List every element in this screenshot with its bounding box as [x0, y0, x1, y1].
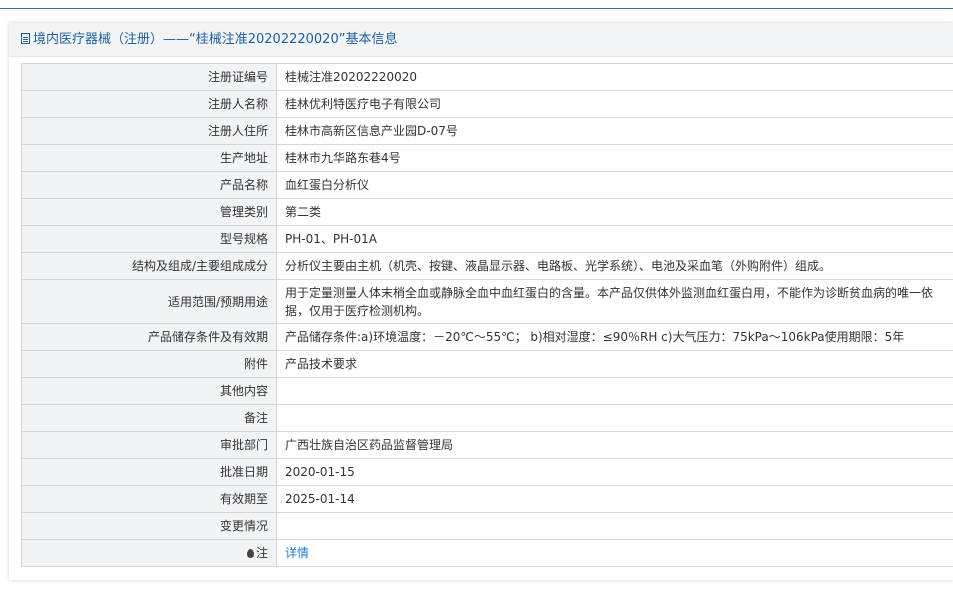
table-row: 管理类别 第二类: [21, 198, 953, 226]
row-label: 管理类别: [21, 198, 277, 226]
row-label: 其他内容: [21, 377, 277, 405]
row-value: 2020-01-15: [276, 458, 953, 486]
row-label: 结构及组成/主要组成成分: [21, 252, 277, 280]
row-value: 桂林市高新区信息产业园D-07号: [276, 117, 953, 145]
row-label: 生产地址: [21, 144, 277, 172]
info-table: 注册证编号 桂械注准20202220020 注册人名称 桂林优利特医疗电子有限公…: [21, 63, 953, 567]
row-label: 变更情况: [21, 512, 277, 540]
row-label: 产品名称: [21, 171, 277, 199]
table-row: 结构及组成/主要组成成分 分析仪主要由主机（机壳、按键、液晶显示器、电路板、光学…: [21, 252, 953, 280]
row-label: 批准日期: [21, 458, 277, 486]
row-value: 产品技术要求: [276, 350, 953, 378]
pin-icon: [246, 549, 254, 558]
panel-header: 境内医疗器械（注册）——“桂械注准20202220020”基本信息: [9, 23, 953, 57]
row-label: 审批部门: [21, 431, 277, 459]
row-value: 产品储存条件:a)环境温度：－20℃～55℃； b)相对湿度：≤90％RH c)…: [276, 323, 953, 351]
table-row: 生产地址 桂林市九华路东巷4号: [21, 144, 953, 172]
row-label: 型号规格: [21, 225, 277, 253]
row-value: 血红蛋白分析仪: [276, 171, 953, 199]
info-panel: 境内医疗器械（注册）——“桂械注准20202220020”基本信息 注册证编号 …: [9, 23, 953, 580]
panel-title: 境内医疗器械（注册）——“桂械注准20202220020”基本信息: [33, 32, 398, 47]
table-row: 批准日期 2020-01-15: [21, 458, 953, 486]
row-value: 桂械注准20202220020: [276, 63, 953, 91]
document-icon: [21, 33, 30, 44]
note-label-cell: 注: [21, 539, 277, 567]
note-value-cell: 详情: [276, 539, 953, 567]
row-value: 桂林优利特医疗电子有限公司: [276, 90, 953, 118]
row-value: [276, 377, 953, 405]
details-link[interactable]: 详情: [285, 546, 309, 560]
table-row: 有效期至 2025-01-14: [21, 485, 953, 513]
table-row: 注册人名称 桂林优利特医疗电子有限公司: [21, 90, 953, 118]
row-value: 2025-01-14: [276, 485, 953, 513]
row-value: 桂林市九华路东巷4号: [276, 144, 953, 172]
table-row: 型号规格 PH-01、PH-01A: [21, 225, 953, 253]
row-value: 广西壮族自治区药品监督管理局: [276, 431, 953, 459]
table-row: 注册人住所 桂林市高新区信息产业园D-07号: [21, 117, 953, 145]
row-label: 注册人住所: [21, 117, 277, 145]
note-row: 注 详情: [21, 539, 953, 567]
row-value: 分析仪主要由主机（机壳、按键、液晶显示器、电路板、光学系统）、电池及采血笔（外购…: [276, 252, 953, 280]
row-value: 用于定量测量人体末梢全血或静脉全血中血红蛋白的含量。本产品仅供体外监测血红蛋白用…: [276, 279, 953, 324]
table-row: 附件 产品技术要求: [21, 350, 953, 378]
row-label: 产品储存条件及有效期: [21, 323, 277, 351]
row-label: 注册证编号: [21, 63, 277, 91]
note-label: 注: [255, 546, 268, 560]
row-label: 注册人名称: [21, 90, 277, 118]
row-value: [276, 404, 953, 432]
row-value: [276, 512, 953, 540]
row-value: 第二类: [276, 198, 953, 226]
table-row: 适用范围/预期用途 用于定量测量人体末梢全血或静脉全血中血红蛋白的含量。本产品仅…: [21, 279, 953, 324]
table-row: 其他内容: [21, 377, 953, 405]
row-label: 备注: [21, 404, 277, 432]
row-value: PH-01、PH-01A: [276, 225, 953, 253]
table-row: 产品储存条件及有效期 产品储存条件:a)环境温度：－20℃～55℃； b)相对湿…: [21, 323, 953, 351]
top-divider: [0, 8, 953, 9]
table-row: 备注: [21, 404, 953, 432]
table-row: 产品名称 血红蛋白分析仪: [21, 171, 953, 199]
table-row: 注册证编号 桂械注准20202220020: [21, 63, 953, 91]
row-label: 适用范围/预期用途: [21, 279, 277, 324]
table-row: 变更情况: [21, 512, 953, 540]
row-label: 有效期至: [21, 485, 277, 513]
table-row: 审批部门 广西壮族自治区药品监督管理局: [21, 431, 953, 459]
row-label: 附件: [21, 350, 277, 378]
